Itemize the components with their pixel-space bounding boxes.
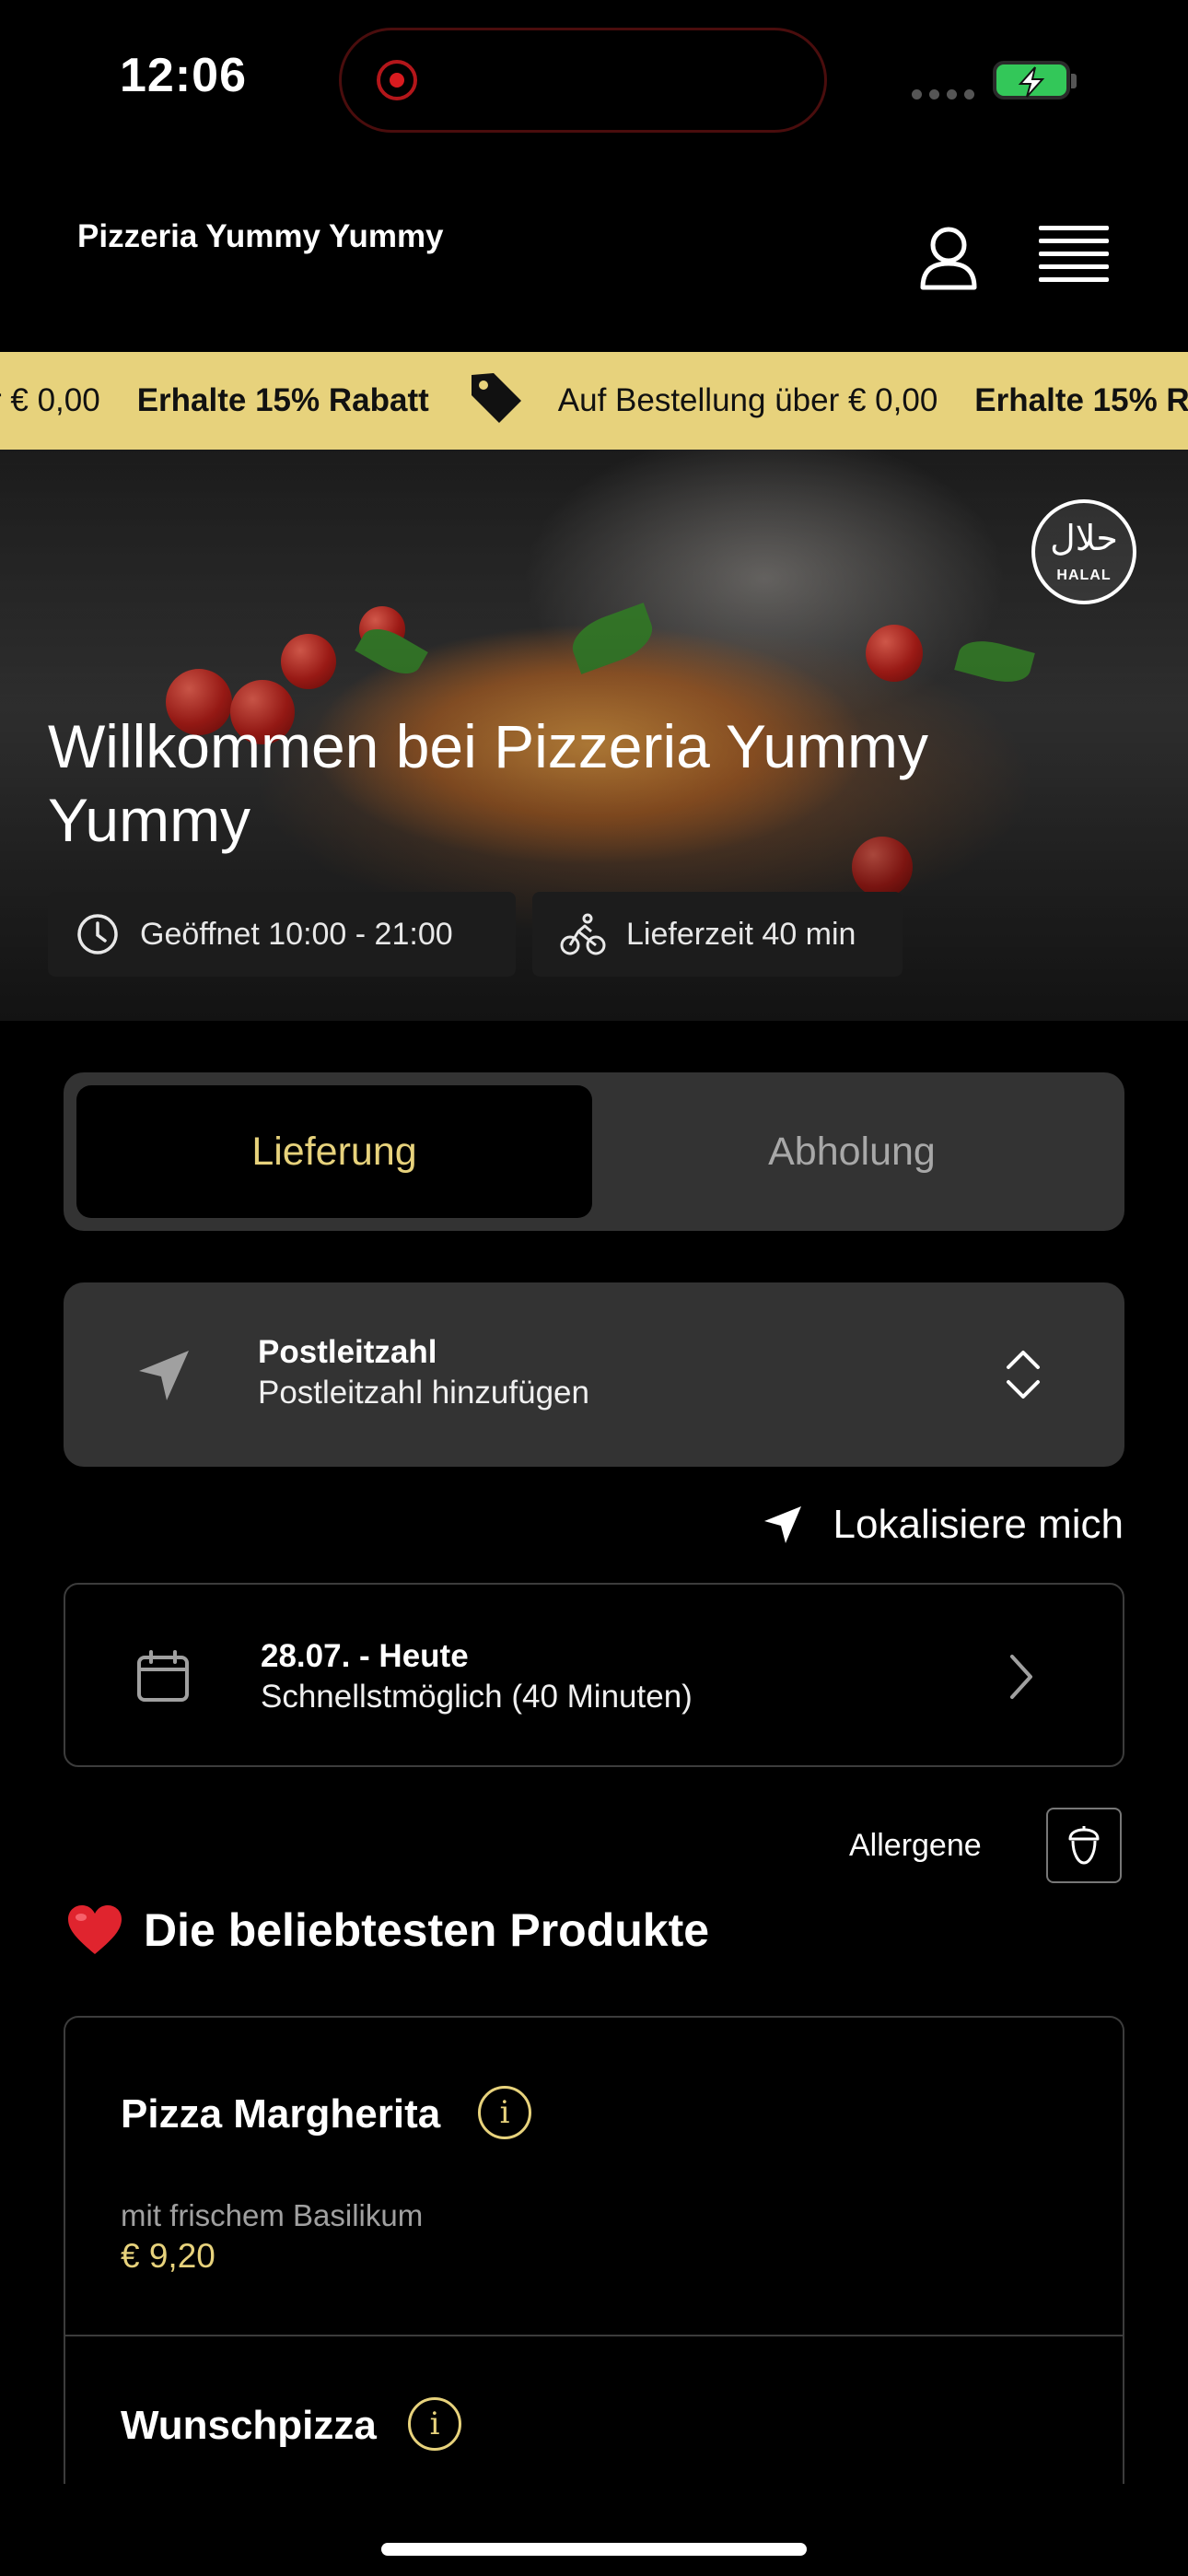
tab-delivery[interactable]: Lieferung <box>76 1085 592 1218</box>
product-card[interactable]: Pizza Margherita i mit frischem Basiliku… <box>65 2018 1123 2336</box>
brand-name[interactable]: Pizzeria Yummy Yummy <box>77 217 464 256</box>
opening-hours-chip: Geöffnet 10:00 - 21:00 <box>48 892 516 977</box>
calendar-icon <box>137 1650 189 1702</box>
hero-banner: حلال HALAL Willkommen bei Pizzeria Yummy… <box>0 450 1188 1021</box>
chevron-up-down-icon <box>1007 1351 1040 1399</box>
hero-title: Willkommen bei Pizzeria Yummy Yummy <box>48 712 929 854</box>
acorn-icon <box>1068 1826 1100 1865</box>
app-header: Pizzeria Yummy Yummy <box>0 180 1188 350</box>
signal-icon <box>912 88 982 104</box>
promo-track: r € 0,00 Erhalte 15% Rabatt Auf Bestellu… <box>0 352 1188 450</box>
home-indicator[interactable] <box>381 2543 807 2556</box>
info-icon[interactable]: i <box>478 2086 531 2139</box>
product-price: € 9,20 <box>121 2237 215 2275</box>
status-bar: 12:06 <box>0 0 1188 166</box>
postcode-label: Postleitzahl <box>258 1334 437 1370</box>
delivery-mode-toggle: Lieferung Abholung <box>64 1072 1124 1231</box>
heart-icon <box>68 1905 122 1954</box>
delivery-time-text: Lieferzeit 40 min <box>626 916 856 952</box>
promo-banner: r € 0,00 Erhalte 15% Rabatt Auf Bestellu… <box>0 352 1188 450</box>
battery-charging-icon <box>993 61 1070 100</box>
locate-me-button[interactable]: Lokalisiere mich <box>746 1493 1124 1557</box>
location-arrow-icon <box>763 1506 801 1543</box>
price-tag-icon <box>466 368 525 435</box>
promo-discount: Erhalte 15% Rabatt <box>974 382 1188 418</box>
account-button[interactable] <box>912 221 985 295</box>
locate-me-label: Lokalisiere mich <box>833 1502 1124 1547</box>
promo-text: r € 0,00 <box>0 382 100 418</box>
delivery-time-chip: Lieferzeit 40 min <box>532 892 903 977</box>
dynamic-island <box>339 28 827 133</box>
product-description: mit frischem Basilikum <box>121 2198 424 2232</box>
postcode-selector[interactable]: Postleitzahl Postleitzahl hinzufügen <box>64 1282 1124 1467</box>
schedule-time: Schnellstmöglich (40 Minuten) <box>261 1679 693 1715</box>
halal-badge: حلال HALAL <box>1031 499 1136 604</box>
chevron-right-icon <box>1010 1655 1032 1699</box>
allergens-button[interactable] <box>1046 1808 1122 1883</box>
product-name: Wunschpizza <box>121 2403 377 2448</box>
tab-pickup[interactable]: Abholung <box>594 1085 1110 1218</box>
section-title: Die beliebtesten Produkte <box>66 1903 709 1957</box>
allergens-label: Allergene <box>849 1828 982 1863</box>
product-list: Pizza Margherita i mit frischem Basiliku… <box>64 2016 1124 2484</box>
recording-indicator-icon <box>377 60 417 100</box>
product-name: Pizza Margherita <box>121 2091 441 2137</box>
bicycle-icon <box>560 913 606 955</box>
promo-discount: Erhalte 15% Rabatt <box>136 382 429 418</box>
postcode-placeholder: Postleitzahl hinzufügen <box>258 1375 589 1411</box>
halal-badge-arabic: حلال <box>1050 518 1118 558</box>
schedule-date: 28.07. - Heute <box>261 1638 469 1674</box>
section-title-text: Die beliebtesten Produkte <box>144 1904 710 1956</box>
allergens-filter: Allergene <box>829 1808 1124 1885</box>
battery-cap <box>1071 74 1077 88</box>
halal-badge-label: HALAL <box>1056 568 1112 583</box>
product-card[interactable]: Wunschpizza i <box>65 2336 1123 2484</box>
hamburger-menu-icon[interactable] <box>1039 226 1109 290</box>
navigation-arrow-icon <box>139 1351 189 1400</box>
info-icon[interactable]: i <box>408 2397 461 2451</box>
clock-icon <box>77 914 118 954</box>
delivery-schedule-selector[interactable]: 28.07. - Heute Schnellstmöglich (40 Minu… <box>64 1583 1124 1767</box>
user-icon <box>920 227 977 290</box>
promo-text: Auf Bestellung über € 0,00 <box>557 382 938 418</box>
status-time: 12:06 <box>120 49 247 102</box>
opening-hours-text: Geöffnet 10:00 - 21:00 <box>140 916 453 952</box>
